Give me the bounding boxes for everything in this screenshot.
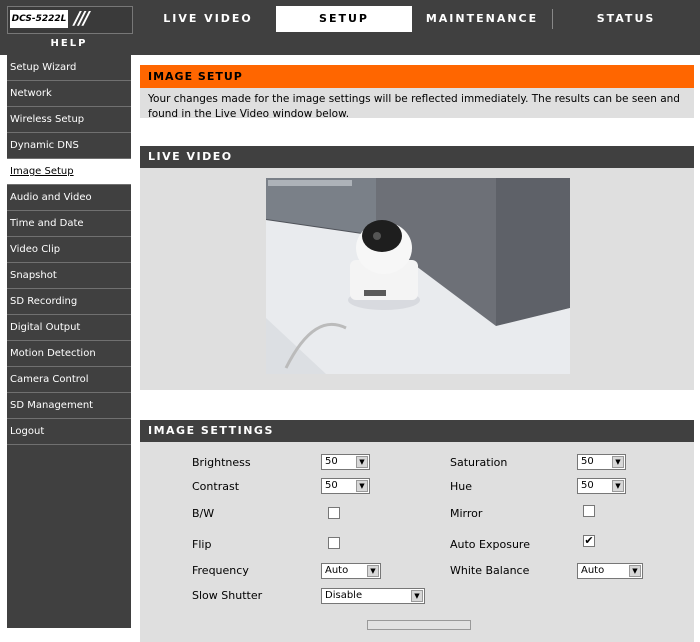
sidebar-item-wireless-setup[interactable]: Wireless Setup (7, 107, 131, 133)
sidebar-item-audio-video[interactable]: Audio and Video (7, 185, 131, 211)
slow-shutter-select[interactable]: Disable ▼ (321, 588, 425, 604)
image-settings-section: IMAGE SETTINGS Brightness 50 ▼ Contrast … (140, 420, 694, 642)
sidebar-item-video-clip[interactable]: Video Clip (7, 237, 131, 263)
sidebar-item-network[interactable]: Network (7, 81, 131, 107)
image-settings-title: IMAGE SETTINGS (140, 420, 694, 442)
chevron-down-icon: ▼ (367, 565, 379, 577)
white-balance-select[interactable]: Auto ▼ (577, 563, 643, 579)
white-balance-value: Auto (581, 565, 605, 576)
sidebar-item-sd-management[interactable]: SD Management (7, 393, 131, 419)
mirror-label: Mirror (450, 507, 483, 520)
slow-shutter-value: Disable (325, 590, 363, 601)
auto-exposure-checkbox[interactable]: ✔ (583, 535, 595, 547)
saturation-label: Saturation (450, 456, 508, 469)
logo-slashes-icon: /// (74, 8, 90, 29)
brightness-label: Brightness (192, 456, 251, 469)
tab-setup[interactable]: SETUP (276, 6, 412, 32)
top-header: DCS-5222L /// HELP LIVE VIDEO SETUP MAIN… (0, 0, 700, 55)
sidebar-item-camera-control[interactable]: Camera Control (7, 367, 131, 393)
chevron-down-icon: ▼ (629, 565, 641, 577)
image-setup-section: IMAGE SETUP Your changes made for the im… (140, 65, 694, 120)
brightness-value: 50 (325, 456, 338, 467)
contrast-value: 50 (325, 480, 338, 491)
chevron-down-icon: ▼ (612, 456, 624, 468)
sidebar-item-digital-output[interactable]: Digital Output (7, 315, 131, 341)
sidebar-item-image-setup[interactable]: Image Setup (7, 159, 131, 185)
hue-label: Hue (450, 480, 473, 493)
logo: DCS-5222L /// (7, 6, 133, 34)
saturation-select[interactable]: 50 ▼ (577, 454, 626, 470)
contrast-select[interactable]: 50 ▼ (321, 478, 370, 494)
sidebar-item-logout[interactable]: Logout (7, 419, 131, 445)
live-video-panel (140, 168, 694, 390)
tab-maintenance[interactable]: MAINTENANCE (412, 6, 552, 32)
mirror-checkbox[interactable] (583, 505, 595, 517)
auto-exposure-label: Auto Exposure (450, 538, 530, 551)
flip-checkbox[interactable] (328, 537, 340, 549)
hue-select[interactable]: 50 ▼ (577, 478, 626, 494)
bw-checkbox[interactable] (328, 507, 340, 519)
brightness-select[interactable]: 50 ▼ (321, 454, 370, 470)
frequency-value: Auto (325, 565, 349, 576)
flip-label: Flip (192, 538, 212, 551)
chevron-down-icon: ▼ (356, 480, 368, 492)
image-settings-panel: Brightness 50 ▼ Contrast 50 ▼ B/W Flip F… (140, 442, 694, 642)
chevron-down-icon: ▼ (356, 456, 368, 468)
model-label: DCS-5222L (10, 10, 68, 28)
tab-status[interactable]: STATUS (553, 6, 699, 32)
sidebar-item-time-date[interactable]: Time and Date (7, 211, 131, 237)
sidebar-item-snapshot[interactable]: Snapshot (7, 263, 131, 289)
help-link[interactable]: HELP (7, 34, 131, 54)
checkmark-icon: ✔ (584, 534, 594, 547)
image-setup-description: Your changes made for the image settings… (140, 88, 694, 120)
hue-value: 50 (581, 480, 594, 491)
frequency-label: Frequency (192, 564, 249, 577)
tab-live-video[interactable]: LIVE VIDEO (140, 6, 276, 32)
sidebar-item-motion-detection[interactable]: Motion Detection (7, 341, 131, 367)
partial-button[interactable] (367, 620, 471, 630)
camera-feed-image (266, 178, 570, 374)
image-setup-title: IMAGE SETUP (140, 65, 694, 88)
chevron-down-icon: ▼ (411, 590, 423, 602)
live-video-section: LIVE VIDEO (140, 146, 694, 390)
sidebar-item-sd-recording[interactable]: SD Recording (7, 289, 131, 315)
frequency-select[interactable]: Auto ▼ (321, 563, 381, 579)
bw-label: B/W (192, 507, 215, 520)
contrast-label: Contrast (192, 480, 240, 493)
live-video-title: LIVE VIDEO (140, 146, 694, 168)
sidebar: Setup Wizard Network Wireless Setup Dyna… (7, 55, 131, 628)
white-balance-label: White Balance (450, 564, 530, 577)
chevron-down-icon: ▼ (612, 480, 624, 492)
sidebar-item-setup-wizard[interactable]: Setup Wizard (7, 55, 131, 81)
slow-shutter-label: Slow Shutter (192, 589, 263, 602)
main-tabs: LIVE VIDEO SETUP MAINTENANCE STATUS (140, 6, 699, 32)
sidebar-item-dynamic-dns[interactable]: Dynamic DNS (7, 133, 131, 159)
live-video-feed (266, 178, 570, 374)
saturation-value: 50 (581, 456, 594, 467)
